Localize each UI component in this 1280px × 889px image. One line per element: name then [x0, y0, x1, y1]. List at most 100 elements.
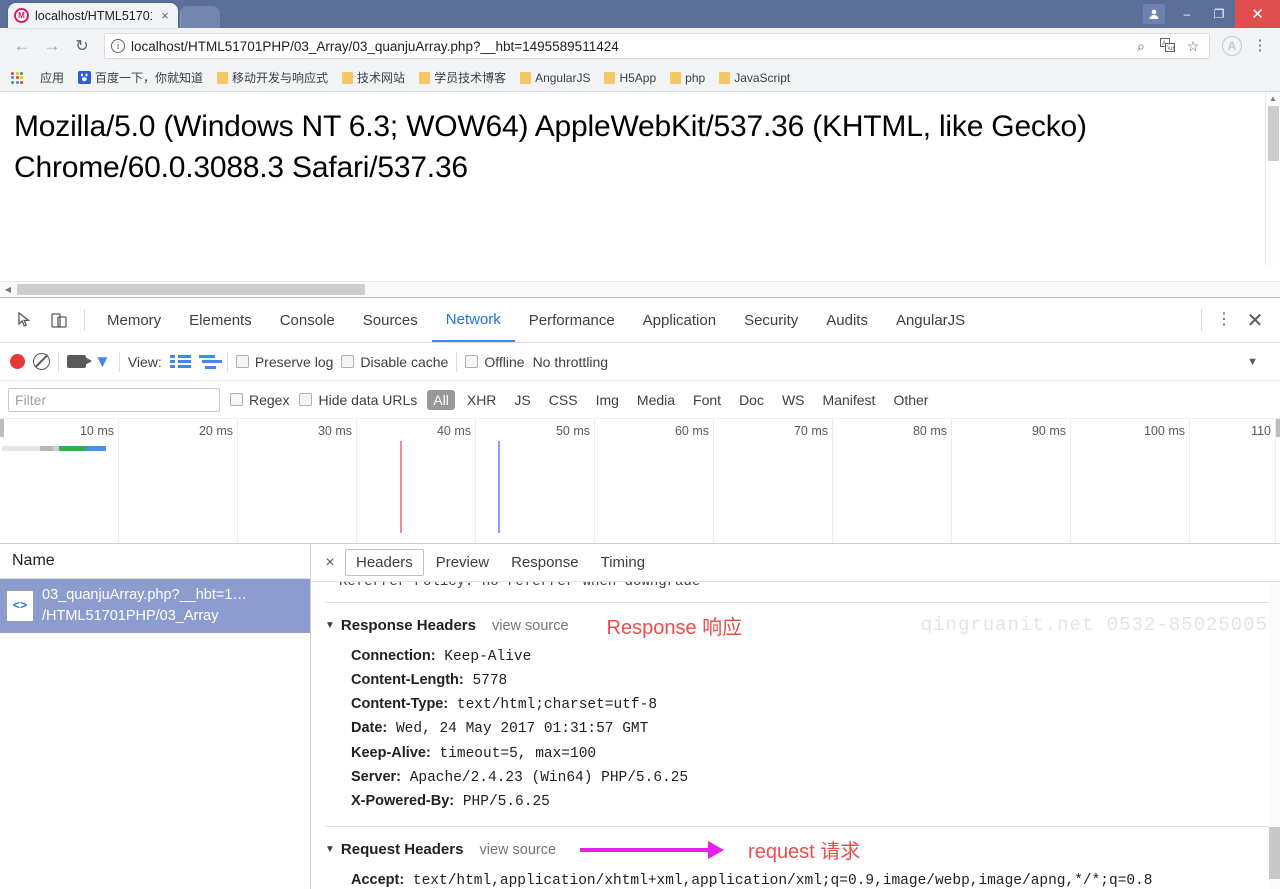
bookmark-baidu[interactable]: 百度一下，你就知道 — [72, 67, 209, 88]
camera-icon[interactable] — [67, 355, 86, 368]
scrollbar-thumb[interactable] — [1268, 106, 1279, 161]
browser-tab[interactable]: M localhost/HTML51701P × — [8, 3, 178, 28]
reload-icon[interactable]: ↻ — [68, 32, 96, 60]
scrollbar-thumb[interactable] — [17, 284, 365, 295]
bookmark-student-blogs[interactable]: 学员技术博客 — [413, 67, 512, 88]
tab-sources[interactable]: Sources — [349, 298, 432, 342]
waterfall-view-icon[interactable] — [199, 355, 219, 369]
load-event-marker — [498, 441, 500, 533]
detail-close-icon[interactable]: × — [317, 554, 343, 572]
page-horizontal-scrollbar[interactable]: ◀ — [0, 281, 1280, 297]
clear-icon[interactable] — [33, 353, 50, 370]
checkbox-box[interactable] — [236, 355, 249, 368]
type-filter-ws[interactable]: WS — [776, 390, 811, 410]
header-value: PHP/5.6.25 — [463, 794, 550, 810]
profile-avatar-button[interactable] — [1137, 0, 1171, 28]
regex-checkbox[interactable]: Regex — [230, 392, 289, 408]
offline-checkbox[interactable]: Offline — [465, 354, 524, 370]
tab-elements[interactable]: Elements — [175, 298, 266, 342]
disable-cache-checkbox[interactable]: Disable cache — [341, 354, 448, 370]
tab-memory[interactable]: Memory — [93, 298, 175, 342]
overview-right-handle[interactable] — [1276, 419, 1280, 437]
throttling-select[interactable]: No throttling — [533, 354, 608, 370]
chevron-down-icon[interactable]: ▼ — [1247, 356, 1258, 368]
type-filter-font[interactable]: Font — [687, 390, 727, 410]
device-toolbar-icon[interactable] — [42, 303, 76, 337]
inspect-element-icon[interactable] — [8, 303, 42, 337]
close-icon[interactable]: × — [158, 8, 172, 23]
page-vertical-scrollbar[interactable]: ▲ — [1265, 92, 1280, 265]
checkbox-box[interactable] — [299, 393, 312, 406]
type-filter-manifest[interactable]: Manifest — [817, 390, 882, 410]
forward-icon[interactable]: → — [38, 32, 66, 60]
bookmark-javascript[interactable]: JavaScript — [713, 69, 796, 87]
bookmark-tech-sites[interactable]: 技术网站 — [336, 67, 411, 88]
view-source-link[interactable]: view source — [492, 618, 569, 634]
type-filter-doc[interactable]: Doc — [733, 390, 770, 410]
new-tab-button[interactable] — [180, 6, 220, 28]
request-list-panel: Name <> 03_quanjuArray.php?__hbt=1… /HTM… — [0, 544, 311, 889]
scroll-left-icon[interactable]: ◀ — [0, 285, 16, 294]
type-filter-js[interactable]: JS — [508, 390, 536, 410]
table-row[interactable]: <> 03_quanjuArray.php?__hbt=1… /HTML5170… — [0, 579, 310, 633]
caret-down-icon[interactable]: ▼ — [325, 620, 335, 631]
response-headers-section-header[interactable]: ▼ Response Headers view source Response … — [325, 611, 1280, 640]
hide-data-urls-checkbox[interactable]: Hide data URLs — [299, 392, 417, 408]
bookmark-mobile-dev[interactable]: 移动开发与响应式 — [211, 67, 334, 88]
tab-timing[interactable]: Timing — [591, 550, 655, 575]
record-icon[interactable] — [10, 354, 25, 369]
divider — [1201, 309, 1202, 331]
bookmark-angularjs[interactable]: AngularJS — [514, 69, 596, 87]
angularjs-extension-icon[interactable]: A — [1222, 36, 1242, 56]
devtools-tabbar: Memory Elements Console Sources Network … — [0, 298, 1280, 343]
apps-grid-icon[interactable] — [6, 68, 28, 88]
type-filter-other[interactable]: Other — [887, 390, 934, 410]
filter-input[interactable] — [8, 388, 220, 412]
tab-preview[interactable]: Preview — [426, 550, 499, 575]
maximize-button[interactable]: ❐ — [1203, 0, 1235, 28]
window-close-button[interactable]: ✕ — [1235, 0, 1280, 28]
bookmark-h5app[interactable]: H5App — [598, 69, 662, 87]
request-headers-section-header[interactable]: ▼ Request Headers view source request 请求 — [325, 835, 1280, 864]
type-filter-img[interactable]: Img — [590, 390, 625, 410]
caret-down-icon[interactable]: ▼ — [325, 844, 335, 855]
detail-vertical-scrollbar[interactable] — [1269, 582, 1280, 889]
type-filter-media[interactable]: Media — [631, 390, 681, 410]
type-filter-all[interactable]: All — [427, 390, 455, 410]
bookmark-apps[interactable]: 应用 — [34, 67, 70, 88]
scroll-up-icon[interactable]: ▲ — [1266, 92, 1280, 106]
tab-application[interactable]: Application — [629, 298, 730, 342]
zoom-icon[interactable]: ⌕ — [1131, 38, 1151, 55]
network-timeline-overview[interactable]: 10 ms 20 ms 30 ms 40 ms 50 ms 60 ms 70 m… — [0, 419, 1280, 544]
address-bar[interactable]: i localhost/HTML51701PHP/03_Array/03_qua… — [104, 33, 1210, 59]
view-source-link[interactable]: view source — [479, 842, 556, 858]
type-filter-css[interactable]: CSS — [543, 390, 584, 410]
translate-icon[interactable]: A\u6587 — [1157, 38, 1177, 55]
checkbox-box[interactable] — [230, 393, 243, 406]
type-filter-xhr[interactable]: XHR — [461, 390, 503, 410]
devtools-close-icon[interactable]: ✕ — [1238, 308, 1272, 333]
tab-response[interactable]: Response — [501, 550, 589, 575]
tab-console[interactable]: Console — [266, 298, 349, 342]
scrollbar-thumb[interactable] — [1269, 827, 1280, 879]
tab-audits[interactable]: Audits — [812, 298, 882, 342]
checkbox-box[interactable] — [465, 355, 478, 368]
tab-performance[interactable]: Performance — [515, 298, 629, 342]
tab-network[interactable]: Network — [432, 298, 515, 342]
list-view-icon[interactable] — [170, 355, 191, 368]
bookmark-star-icon[interactable]: ☆ — [1183, 38, 1203, 55]
tab-headers[interactable]: Headers — [345, 549, 424, 576]
tab-angularjs[interactable]: AngularJS — [882, 298, 979, 342]
browser-menu-icon[interactable]: ⋮ — [1248, 40, 1272, 52]
devtools-menu-icon[interactable]: ⋮ — [1210, 314, 1238, 326]
checkbox-box[interactable] — [341, 355, 354, 368]
site-info-icon[interactable]: i — [111, 39, 125, 53]
devtools-panel: Memory Elements Console Sources Network … — [0, 297, 1280, 889]
bookmark-php[interactable]: php — [664, 69, 711, 87]
tab-security[interactable]: Security — [730, 298, 812, 342]
minimize-button[interactable]: – — [1171, 0, 1203, 28]
header-row: Server: Apache/2.4.23 (Win64) PHP/5.6.25 — [325, 765, 1280, 789]
back-icon[interactable]: ← — [8, 32, 36, 60]
preserve-log-checkbox[interactable]: Preserve log — [236, 354, 334, 370]
filter-funnel-icon[interactable]: ▼​ — [94, 353, 111, 370]
